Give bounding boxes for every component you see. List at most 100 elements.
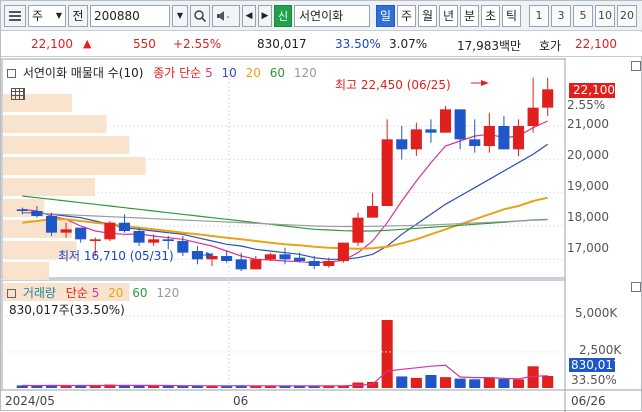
high-price-annotation: 최고 22,450 (06/25) xyxy=(335,78,451,92)
volume-bar xyxy=(439,377,452,388)
current-price-pct-tag: 2.55% xyxy=(567,98,606,112)
search-icon[interactable] xyxy=(190,4,210,27)
candle-body xyxy=(367,206,379,218)
candle-body xyxy=(498,126,510,150)
volume-ma-legend-120: 120 xyxy=(156,286,180,300)
stock-code-input[interactable]: 200880 xyxy=(90,4,170,27)
candle-body xyxy=(133,231,145,243)
interval-button-5[interactable]: 5 xyxy=(573,4,593,27)
new-listing-badge: 신 xyxy=(274,4,292,27)
period-tab-week[interactable]: 주 xyxy=(397,4,416,27)
period-tab-minute[interactable]: 분 xyxy=(460,4,479,27)
price-change: 550 xyxy=(133,37,156,51)
volume-profile-bar xyxy=(3,136,130,154)
candle-body xyxy=(308,261,320,266)
candle-body xyxy=(469,139,481,146)
candle-body xyxy=(75,227,87,240)
candle-body xyxy=(352,217,364,243)
volume-bar xyxy=(162,385,174,388)
current-volume-pct-tag: 33.50% xyxy=(571,373,617,387)
y-axis-label: 21,000 xyxy=(567,117,609,131)
period-tab-year[interactable]: 년 xyxy=(439,4,458,27)
ma-legend-20: 20 xyxy=(245,66,261,80)
volume-bar xyxy=(425,374,437,388)
ma-legend-5: 5 xyxy=(205,66,213,80)
interval-button-1[interactable]: 1 xyxy=(529,4,549,27)
chart-settings-icon[interactable] xyxy=(7,69,16,78)
candle-body xyxy=(512,126,525,150)
volume-bar xyxy=(483,377,495,388)
svg-text:⁃: ⁃ xyxy=(226,13,230,22)
candle-body xyxy=(396,139,408,150)
candle-body xyxy=(381,139,393,206)
volume-bar xyxy=(381,320,393,388)
chevron-down-icon[interactable]: ▼ xyxy=(172,4,188,27)
speaker-icon[interactable]: ⁃ xyxy=(212,4,240,27)
candle-body xyxy=(439,109,452,133)
ma-legend-label: 종가 단순 xyxy=(153,66,202,80)
next-arrow-icon[interactable]: ▶ xyxy=(258,4,272,27)
candle-body xyxy=(264,254,276,260)
chart-settings-icon[interactable] xyxy=(7,289,16,298)
table-view-icon[interactable] xyxy=(11,88,25,100)
interval-button-10[interactable]: 10 xyxy=(595,4,615,27)
y-axis-label: 20,000 xyxy=(567,148,609,162)
candle-body xyxy=(177,241,189,253)
chevron-down-icon: ▼ xyxy=(55,11,62,20)
volume-bar xyxy=(512,379,525,388)
candle-body xyxy=(104,222,116,240)
volume-bar xyxy=(133,385,145,388)
code-label-button[interactable]: 전 xyxy=(68,4,88,27)
turnover-ratio: 3.07% xyxy=(389,37,428,51)
chart-window: 주 ▼ 전 200880 ▼ ⁃ ◀ ▶ 신 서연이화 일 주 월 년 분 초 … xyxy=(0,0,642,412)
candle-body xyxy=(542,89,554,108)
candle-body xyxy=(148,239,160,243)
candle-body xyxy=(162,239,174,241)
price-change-percent: +2.55% xyxy=(173,37,222,51)
volume-ma-legend-5: 5 xyxy=(91,286,100,300)
interval-button-3[interactable]: 3 xyxy=(551,4,571,27)
hamburger-menu-icon[interactable] xyxy=(4,4,26,27)
candle-body xyxy=(410,129,422,150)
candle-body xyxy=(294,257,306,261)
candle-body xyxy=(454,109,466,140)
candle-body xyxy=(31,211,43,216)
candle-body xyxy=(483,126,495,146)
toolbar: 주 ▼ 전 200880 ▼ ⁃ ◀ ▶ 신 서연이화 일 주 월 년 분 초 … xyxy=(1,1,642,31)
candle-body xyxy=(118,222,131,231)
interval-button-20[interactable]: 20 xyxy=(617,4,637,27)
period-tab-month[interactable]: 월 xyxy=(418,4,437,27)
x-axis-label: 06/26 xyxy=(571,394,606,408)
panel-close-icon[interactable] xyxy=(631,61,641,71)
candle-body xyxy=(337,242,349,261)
ma-legend-60: 60 xyxy=(269,66,286,80)
stock-chart[interactable]: 서연이화 매물대 수(10) 종가 단순 5 10 20 60 120 최고 2… xyxy=(1,58,642,412)
prev-arrow-icon[interactable]: ◀ xyxy=(242,4,256,27)
y-axis-label: 19,000 xyxy=(567,179,609,193)
ask-price: 22,100 xyxy=(575,37,617,51)
candle-body xyxy=(425,129,437,133)
stock-name-display[interactable]: 서연이화 xyxy=(294,4,370,27)
volume-ma-legend-20: 20 xyxy=(108,286,124,300)
ask-label: 호가 xyxy=(539,39,562,53)
volume-ma-label: 단순 xyxy=(65,286,88,300)
market-type-select[interactable]: 주 ▼ xyxy=(28,4,66,27)
x-axis-label: 06 xyxy=(233,394,249,408)
volume-bar xyxy=(148,385,160,388)
volume-ratio: 33.50% xyxy=(335,37,381,51)
x-axis-label: 2024/05 xyxy=(5,394,55,408)
ma-legend-10: 10 xyxy=(221,66,237,80)
price-legend: 서연이화 매물대 수(10) 종가 단순 5 10 20 60 120 xyxy=(7,64,317,81)
period-tab-second[interactable]: 초 xyxy=(481,4,500,27)
chart-canvas[interactable] xyxy=(1,58,642,412)
candle-body xyxy=(221,256,233,261)
period-tab-day[interactable]: 일 xyxy=(376,4,395,27)
period-tab-tick[interactable]: 틱 xyxy=(502,4,521,27)
ma-legend-120: 120 xyxy=(293,66,317,80)
panel-close-icon[interactable] xyxy=(631,282,641,292)
volume-profile-bar xyxy=(3,178,95,196)
y-axis-label: 17,000 xyxy=(567,241,609,255)
volume-bar xyxy=(498,379,510,388)
y-axis-label: 18,000 xyxy=(567,210,609,224)
candle-body xyxy=(60,229,72,233)
